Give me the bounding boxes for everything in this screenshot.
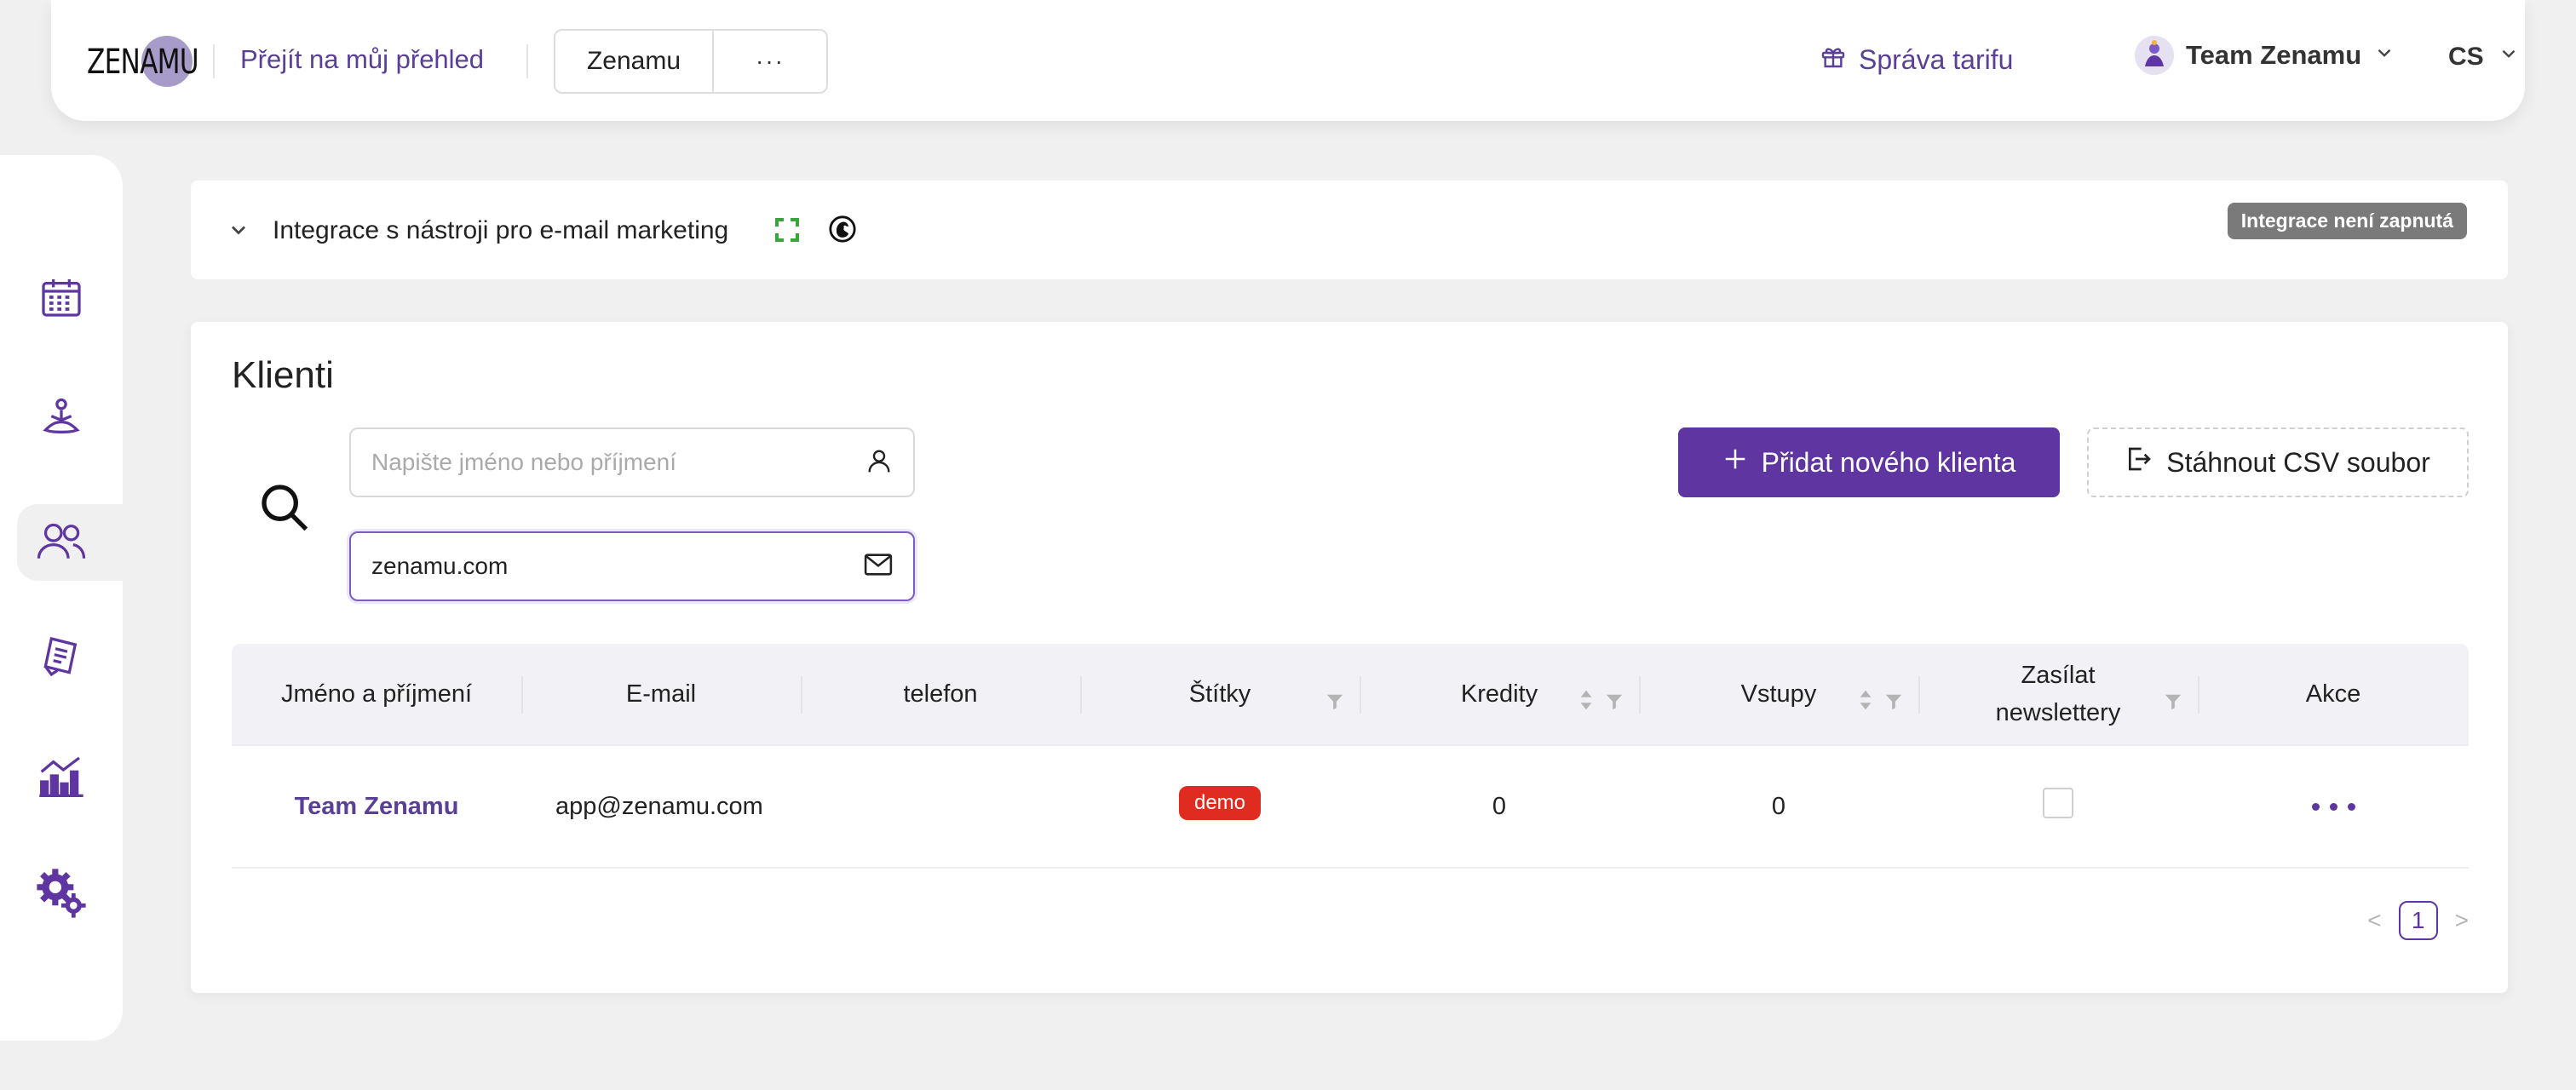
filter-icon[interactable] (1605, 685, 1624, 722)
envelope-icon (864, 552, 893, 582)
name-search-input[interactable] (371, 449, 865, 476)
client-name-search-field[interactable] (349, 427, 915, 497)
chevron-down-icon[interactable] (227, 218, 250, 246)
page-number-button[interactable]: 1 (2398, 901, 2438, 940)
clients-table: Jméno a příjmení E-mail telefon Štítky K… (232, 644, 2469, 869)
sidebar-item-invoices[interactable] (0, 620, 123, 697)
prev-page-button[interactable]: < (2367, 907, 2381, 934)
sort-icon[interactable] (1859, 685, 1872, 722)
filter-icon[interactable] (2164, 685, 2182, 722)
newsletter-checkbox[interactable] (2043, 788, 2073, 818)
actions-cell (2198, 746, 2469, 867)
sidebar-item-activities[interactable] (0, 382, 123, 458)
sidebar-item-calendar[interactable] (0, 261, 123, 337)
client-phone (801, 746, 1080, 867)
ecomail-icon (773, 216, 801, 248)
column-header-tags[interactable]: Štítky (1080, 644, 1360, 744)
tariff-management-link[interactable]: Správa tarifu (1820, 43, 2013, 77)
column-header-credits[interactable]: Kredity (1360, 644, 1639, 744)
column-header-newsletter[interactable]: Zasílat newslettery (1918, 644, 2198, 744)
gift-icon (1820, 43, 1847, 77)
column-label: E-mail (625, 680, 697, 708)
logo-text: ZENAMU (87, 43, 199, 82)
page-title: Klienti (232, 354, 334, 396)
meditation-icon (37, 394, 85, 446)
chevron-down-icon (2373, 40, 2395, 71)
language-selector[interactable]: CS (2448, 43, 2520, 72)
search-icon (257, 480, 312, 539)
settings-icon (35, 867, 88, 924)
column-header-phone[interactable]: telefon (801, 644, 1080, 744)
column-label: Vstupy (1740, 680, 1817, 708)
mailchimp-icon (828, 215, 857, 248)
pagination: < 1 > (2367, 901, 2469, 940)
add-client-button[interactable]: Přidat nového klienta (1678, 427, 2060, 497)
email-search-input[interactable] (371, 553, 864, 580)
column-label: Akce (2305, 680, 2361, 708)
email-marketing-integration-panel: Integrace s nástroji pro e-mail marketin… (191, 181, 2508, 279)
plus-icon (1722, 446, 1748, 479)
download-csv-label: Stáhnout CSV soubor (2166, 446, 2430, 478)
next-page-button[interactable]: > (2455, 907, 2469, 934)
client-email: app@zenamu.com (555, 792, 763, 820)
client-entries: 0 (1771, 792, 1786, 820)
team-name: Team Zenamu (2186, 40, 2362, 70)
clients-panel: Klienti Přidat nového klienta Stáhnout C… (191, 322, 2508, 993)
brand-select-button[interactable]: Zenamu (555, 31, 714, 92)
column-header-email[interactable]: E-mail (521, 644, 801, 744)
team-avatar (2135, 36, 2174, 75)
add-client-label: Přidat nového klienta (1761, 446, 2016, 478)
header-divider (213, 44, 215, 78)
column-label: Jméno a příjmení (280, 680, 473, 708)
users-icon (36, 517, 87, 569)
sidebar-item-settings[interactable] (0, 857, 123, 933)
table-header: Jméno a příjmení E-mail telefon Štítky K… (232, 644, 2469, 746)
tariff-label: Správa tarifu (1859, 43, 2014, 75)
client-email-search-field[interactable] (349, 531, 915, 601)
client-credits: 0 (1492, 792, 1507, 820)
team-selector[interactable]: Team Zenamu (2135, 36, 2395, 75)
column-header-entries[interactable]: Vstupy (1639, 644, 1918, 744)
chevron-down-icon (2498, 43, 2520, 72)
column-header-actions: Akce (2198, 644, 2469, 744)
receipt-icon (37, 633, 85, 685)
brand-selector: Zenamu ··· (554, 29, 828, 94)
calendar-icon (37, 273, 85, 325)
sidebar (0, 155, 123, 1041)
more-actions-icon[interactable] (2311, 802, 2355, 811)
table-row: Team Zenamu app@zenamu.com demo 0 0 (232, 746, 2469, 869)
client-tags-cell: demo (1080, 746, 1360, 867)
export-icon (2125, 445, 2153, 479)
sort-icon[interactable] (1579, 685, 1593, 722)
newsletter-cell (1918, 746, 2198, 867)
zenamu-logo[interactable]: ZENAMU (87, 32, 199, 92)
top-header: ZENAMU Přejít na můj přehled Zenamu ··· … (51, 0, 2525, 121)
language-label: CS (2448, 43, 2484, 71)
sidebar-item-statistics[interactable] (0, 739, 123, 816)
column-label: telefon (903, 680, 978, 708)
brand-more-button[interactable]: ··· (714, 31, 826, 92)
header-divider (526, 44, 528, 78)
filter-icon[interactable] (1884, 685, 1903, 722)
column-header-name[interactable]: Jméno a příjmení (232, 644, 521, 744)
client-name-link[interactable]: Team Zenamu (232, 746, 521, 867)
integration-title[interactable]: Integrace s nástroji pro e-mail marketin… (273, 216, 728, 245)
column-label: Kredity (1460, 680, 1538, 708)
column-label: Štítky (1188, 680, 1251, 708)
chart-icon (35, 752, 88, 804)
column-label: Zasílat newslettery (1995, 662, 2121, 726)
sidebar-item-clients[interactable] (17, 504, 123, 581)
tag-badge: demo (1178, 786, 1262, 820)
integration-status-badge: Integrace není zapnutá (2227, 203, 2467, 239)
filter-icon[interactable] (1325, 685, 1344, 722)
my-dashboard-link[interactable]: Přejít na můj přehled (240, 44, 484, 75)
download-csv-button[interactable]: Stáhnout CSV soubor (2087, 427, 2469, 497)
user-icon (865, 447, 893, 479)
